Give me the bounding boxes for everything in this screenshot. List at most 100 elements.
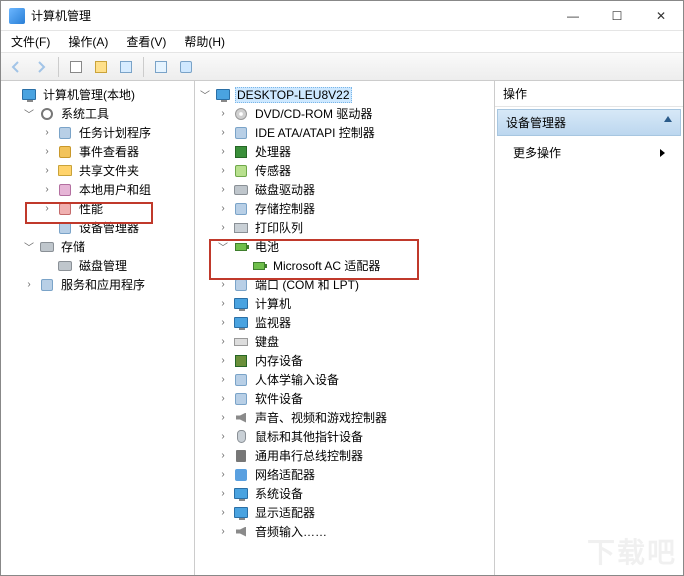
expand-icon[interactable]: › <box>217 507 229 519</box>
cat-ide[interactable]: ›IDE ATA/ATAPI 控制器 <box>215 123 492 142</box>
tree-root[interactable]: 计算机管理(本地) <box>3 85 192 104</box>
expand-icon[interactable]: › <box>217 279 229 291</box>
tree-shared-folders[interactable]: › 共享文件夹 <box>39 161 192 180</box>
expand-icon[interactable]: › <box>217 127 229 139</box>
cat-battery[interactable]: ﹀电池 <box>215 237 492 256</box>
cat-audio-io[interactable]: ›音频输入…… <box>215 522 492 541</box>
expand-icon[interactable]: › <box>41 184 53 196</box>
actions-context[interactable]: 设备管理器 <box>497 109 681 136</box>
cat-system[interactable]: ›系统设备 <box>215 484 492 503</box>
maximize-button[interactable]: ☐ <box>595 1 639 31</box>
cat-usb[interactable]: ›通用串行总线控制器 <box>215 446 492 465</box>
tree-label: DESKTOP-LEU8V22 <box>235 87 352 103</box>
tree-services-apps[interactable]: › 服务和应用程序 <box>21 275 192 294</box>
expand-icon[interactable]: › <box>217 184 229 196</box>
collapse-icon[interactable]: ﹀ <box>23 241 35 253</box>
cat-memory[interactable]: ›内存设备 <box>215 351 492 370</box>
menu-file[interactable]: 文件(F) <box>7 31 54 52</box>
cat-cpu[interactable]: › 处理器 <box>215 142 492 161</box>
printer-icon <box>233 220 249 236</box>
export-button[interactable] <box>150 56 172 78</box>
app-icon <box>9 8 25 24</box>
device-tree[interactable]: ﹀ DESKTOP-LEU8V22 ›DVD/CD-ROM 驱动器 ›IDE A… <box>197 85 492 541</box>
cat-sensor[interactable]: ›传感器 <box>215 161 492 180</box>
chevron-right-icon <box>660 149 665 157</box>
expand-icon[interactable]: › <box>217 450 229 462</box>
help-button[interactable] <box>175 56 197 78</box>
cat-storage-ctrl[interactable]: ›存储控制器 <box>215 199 492 218</box>
device-manager-icon <box>57 220 73 236</box>
tree-device-manager[interactable]: 设备管理器 <box>39 218 192 237</box>
cat-disk[interactable]: ›磁盘驱动器 <box>215 180 492 199</box>
tree-label: 软件设备 <box>253 390 305 407</box>
expand-icon[interactable]: › <box>217 203 229 215</box>
expand-icon[interactable]: › <box>217 222 229 234</box>
title-bar: 计算机管理 — ☐ ✕ <box>1 1 683 31</box>
cat-ports[interactable]: ›端口 (COM 和 LPT) <box>215 275 492 294</box>
cat-mouse[interactable]: ›鼠标和其他指针设备 <box>215 427 492 446</box>
display-adapter-icon <box>233 505 249 521</box>
show-hide-tree-button[interactable] <box>65 56 87 78</box>
expand-icon[interactable]: › <box>41 165 53 177</box>
expand-icon[interactable]: › <box>41 127 53 139</box>
collapse-icon[interactable]: ﹀ <box>217 241 229 253</box>
console-tree[interactable]: 计算机管理(本地) ﹀ 系统工具 › 任务计划程序 <box>3 85 192 294</box>
collapse-icon[interactable]: ﹀ <box>23 108 35 120</box>
expand-icon[interactable]: › <box>217 488 229 500</box>
tree-disk-management[interactable]: 磁盘管理 <box>39 256 192 275</box>
cat-print-queue[interactable]: ›打印队列 <box>215 218 492 237</box>
computer-icon <box>215 87 231 103</box>
expand-icon[interactable]: › <box>217 393 229 405</box>
cat-sound[interactable]: ›声音、视频和游戏控制器 <box>215 408 492 427</box>
actions-more[interactable]: 更多操作 <box>495 138 683 167</box>
cat-dvd[interactable]: ›DVD/CD-ROM 驱动器 <box>215 104 492 123</box>
device-manager-panel[interactable]: ﹀ DESKTOP-LEU8V22 ›DVD/CD-ROM 驱动器 ›IDE A… <box>195 81 495 575</box>
device-ac-adapter[interactable]: Microsoft AC 适配器 <box>233 256 492 275</box>
cat-computer[interactable]: ›计算机 <box>215 294 492 313</box>
console-tree-panel[interactable]: 计算机管理(本地) ﹀ 系统工具 › 任务计划程序 <box>1 81 195 575</box>
minimize-button[interactable]: — <box>551 1 595 31</box>
back-button[interactable] <box>5 56 27 78</box>
expand-icon[interactable]: › <box>217 412 229 424</box>
menu-view[interactable]: 查看(V) <box>122 31 170 52</box>
close-button[interactable]: ✕ <box>639 1 683 31</box>
cat-monitor[interactable]: ›监视器 <box>215 313 492 332</box>
workspace: 计算机管理(本地) ﹀ 系统工具 › 任务计划程序 <box>1 81 683 575</box>
properties-button[interactable] <box>90 56 112 78</box>
tree-label: 事件查看器 <box>77 143 141 160</box>
cat-software[interactable]: › 软件设备 <box>215 389 492 408</box>
cat-keyboard[interactable]: ›键盘 <box>215 332 492 351</box>
services-icon <box>39 277 55 293</box>
device-tree-host[interactable]: ﹀ DESKTOP-LEU8V22 <box>197 85 492 104</box>
expand-icon[interactable]: › <box>217 146 229 158</box>
expand-icon[interactable]: › <box>217 469 229 481</box>
refresh-button[interactable] <box>115 56 137 78</box>
cat-hid[interactable]: ›人体学输入设备 <box>215 370 492 389</box>
expand-icon[interactable]: › <box>41 203 53 215</box>
tree-label: 处理器 <box>253 143 293 160</box>
menu-help[interactable]: 帮助(H) <box>180 31 229 52</box>
expand-icon[interactable]: › <box>23 279 35 291</box>
expand-icon[interactable]: › <box>217 526 229 538</box>
tree-event-viewer[interactable]: › 事件查看器 <box>39 142 192 161</box>
expand-icon[interactable]: › <box>217 355 229 367</box>
forward-button[interactable] <box>30 56 52 78</box>
collapse-icon[interactable]: ﹀ <box>199 89 211 101</box>
expand-icon[interactable]: › <box>217 336 229 348</box>
expand-icon[interactable]: › <box>217 108 229 120</box>
tree-task-scheduler[interactable]: › 任务计划程序 <box>39 123 192 142</box>
menu-action[interactable]: 操作(A) <box>64 31 112 52</box>
expand-icon[interactable]: › <box>217 298 229 310</box>
expander-icon[interactable] <box>5 89 17 101</box>
cat-display[interactable]: ›显示适配器 <box>215 503 492 522</box>
tree-performance[interactable]: › 性能 <box>39 199 192 218</box>
cat-network[interactable]: ›网络适配器 <box>215 465 492 484</box>
tree-storage[interactable]: ﹀ 存储 <box>21 237 192 256</box>
expand-icon[interactable]: › <box>217 431 229 443</box>
expand-icon[interactable]: › <box>217 374 229 386</box>
expand-icon[interactable]: › <box>41 146 53 158</box>
expand-icon[interactable]: › <box>217 317 229 329</box>
tree-system-tools[interactable]: ﹀ 系统工具 <box>21 104 192 123</box>
tree-local-users[interactable]: › 本地用户和组 <box>39 180 192 199</box>
expand-icon[interactable]: › <box>217 165 229 177</box>
